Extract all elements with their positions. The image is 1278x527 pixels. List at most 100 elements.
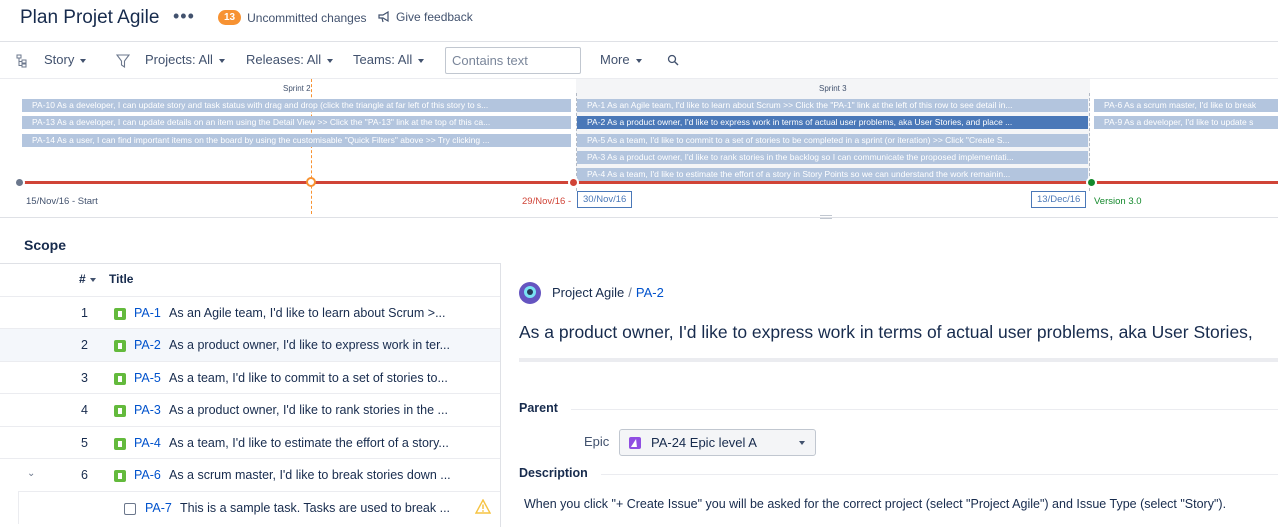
filter-icon[interactable] [116, 54, 130, 68]
issue-summary: As a team, I'd like to commit to a set o… [169, 371, 448, 385]
start-date-label: 15/Nov/16 - Start [26, 196, 98, 207]
table-row[interactable]: PA-7 This is a sample task. Tasks are us… [18, 491, 500, 524]
table-row[interactable]: 1 PA-1 As an Agile team, I'd like to lea… [0, 296, 500, 329]
story-icon [114, 340, 126, 352]
issue-key-link[interactable]: PA-2 [636, 285, 664, 300]
story-icon [114, 308, 126, 320]
timeline-bar-pa-6[interactable]: PA-6 As a scrum master, I'd like to brea… [1094, 99, 1278, 112]
projects-filter-label: Projects: All [145, 52, 213, 67]
releases-filter-label: Releases: All [246, 52, 322, 67]
title-column-header: Title [109, 272, 134, 286]
timeline-bar-pa-5[interactable]: PA-5 As a team, I'd like to commit to a … [577, 134, 1088, 147]
version-label: Version 3.0 [1094, 196, 1142, 207]
uncommitted-label: Uncommitted changes [247, 10, 367, 25]
issue-summary: As an Agile team, I'd like to learn abou… [169, 306, 446, 320]
table-row[interactable]: 5 PA-4 As a team, I'd like to estimate t… [0, 426, 500, 459]
chevron-down-icon [799, 441, 805, 445]
timeline-bar-pa-14[interactable]: PA-14 As a user, I can find important it… [22, 134, 571, 147]
give-feedback-button[interactable]: Give feedback [378, 10, 473, 24]
warning-icon[interactable] [475, 499, 491, 514]
section-divider [571, 409, 1278, 410]
sprint-2-label: Sprint 2 [283, 84, 311, 93]
timeline-bar-pa-13[interactable]: PA-13 As a developer, I can update detai… [22, 116, 571, 129]
epic-select[interactable]: PA-24 Epic level A [619, 429, 816, 456]
project-avatar [519, 282, 541, 304]
issue-key-link[interactable]: PA-1 [134, 306, 161, 320]
sort-number-header[interactable]: # [79, 272, 96, 286]
timeline-bar-pa-4[interactable]: PA-4 As a team, I'd like to estimate the… [577, 168, 1088, 181]
issue-key-link[interactable]: PA-5 [134, 371, 161, 385]
more-dropdown[interactable]: More [600, 52, 642, 67]
issue-summary: As a product owner, I'd like to express … [169, 338, 450, 352]
releases-filter[interactable]: Releases: All [246, 52, 334, 67]
uncommitted-changes-button[interactable]: 13 Uncommitted changes [218, 10, 367, 25]
header: Plan Projet Agile ••• 13 Uncommitted cha… [0, 0, 1278, 40]
hierarchy-dropdown[interactable]: Story [44, 52, 87, 67]
timeline-bar-pa-1[interactable]: PA-1 As an Agile team, I'd like to learn… [577, 99, 1088, 112]
plan-title: Plan Projet Agile [20, 7, 160, 28]
task-icon [124, 503, 136, 515]
start-marker[interactable] [14, 177, 25, 188]
issue-key-link[interactable]: PA-4 [134, 436, 161, 450]
sprint-start-date-box: 30/Nov/16 [577, 191, 633, 208]
scope-heading: Scope [24, 237, 67, 253]
parent-heading: Parent [519, 401, 558, 415]
release-marker[interactable] [1086, 177, 1097, 188]
hierarchy-icon[interactable] [16, 54, 28, 68]
collapse-chevron-icon[interactable]: ⌄ [27, 468, 35, 479]
issue-detail-panel: Project Agile / PA-2 As a product owner, I… [501, 264, 1278, 527]
epic-icon [629, 437, 641, 449]
chevron-down-icon [218, 58, 225, 63]
search-icon[interactable] [667, 54, 679, 66]
more-label: More [600, 52, 630, 67]
scope-table: # Title 1 PA-1 As an Agile team, I'd lik… [0, 263, 501, 527]
issue-summary: As a product owner, I'd like to rank sto… [169, 403, 448, 417]
table-row[interactable]: ⌄ 6 PA-6 As a scrum master, I'd like to … [0, 458, 500, 491]
table-row[interactable]: 3 PA-5 As a team, I'd like to commit to … [0, 361, 500, 394]
chevron-down-icon [80, 58, 87, 63]
story-icon [114, 373, 126, 385]
row-number: 4 [81, 403, 88, 417]
breadcrumb-separator: / [628, 285, 632, 300]
timeline-bar-pa-10[interactable]: PA-10 As a developer, I can update story… [22, 99, 571, 112]
description-text[interactable]: When you click "+ Create Issue" you will… [524, 497, 1226, 511]
issue-key-link[interactable]: PA-2 [134, 338, 161, 352]
story-icon [114, 438, 126, 450]
teams-filter-label: Teams: All [353, 52, 413, 67]
issue-summary: This is a sample task. Tasks are used to… [180, 501, 451, 515]
timeline: Sprint 2 Sprint 3 PA-10 As a developer, … [0, 78, 1278, 219]
issue-key-link[interactable]: PA-6 [134, 468, 161, 482]
timeline-bar-pa-9[interactable]: PA-9 As a developer, I'd like to update … [1094, 116, 1278, 129]
section-divider [601, 474, 1278, 475]
contains-text-input[interactable] [445, 47, 581, 74]
chevron-down-icon [89, 277, 96, 282]
issue-key-link[interactable]: PA-3 [134, 403, 161, 417]
feedback-label: Give feedback [396, 10, 473, 24]
table-row[interactable]: 4 PA-3 As a product owner, I'd like to r… [0, 393, 500, 426]
table-row[interactable]: 2 PA-2 As a product owner, I'd like to e… [0, 328, 500, 361]
teams-filter[interactable]: Teams: All [353, 52, 425, 67]
projects-filter[interactable]: Projects: All [145, 52, 225, 67]
sprint-end-date-label: 29/Nov/16 - [522, 196, 572, 207]
issue-title[interactable]: As a product owner, I'd like to express … [519, 322, 1253, 343]
toolbar: Story Projects: All Releases: All Teams:… [0, 41, 1278, 78]
sprint-end-marker[interactable] [568, 177, 579, 188]
project-link[interactable]: Project Agile [552, 285, 624, 300]
timeline-resize-handle[interactable] [820, 215, 832, 219]
chevron-down-icon [418, 58, 425, 63]
sprint-3-label: Sprint 3 [819, 84, 847, 93]
row-number: 5 [81, 436, 88, 450]
more-actions-icon[interactable]: ••• [173, 6, 195, 27]
megaphone-icon [378, 11, 389, 23]
hierarchy-level-label: Story [44, 52, 75, 67]
number-column-label: # [79, 272, 86, 286]
release-date-box: 13/Dec/16 [1031, 191, 1087, 208]
row-number: 1 [81, 306, 88, 320]
issue-key-link[interactable]: PA-7 [145, 501, 172, 515]
issue-summary: As a team, I'd like to estimate the effo… [169, 436, 449, 450]
timeline-bar-pa-3[interactable]: PA-3 As a product owner, I'd like to ran… [577, 151, 1088, 164]
title-divider [519, 358, 1278, 362]
timeline-bar-pa-2[interactable]: PA-2 As a product owner, I'd like to exp… [577, 116, 1088, 129]
row-number: 3 [81, 371, 88, 385]
epic-label: Epic [584, 434, 610, 449]
